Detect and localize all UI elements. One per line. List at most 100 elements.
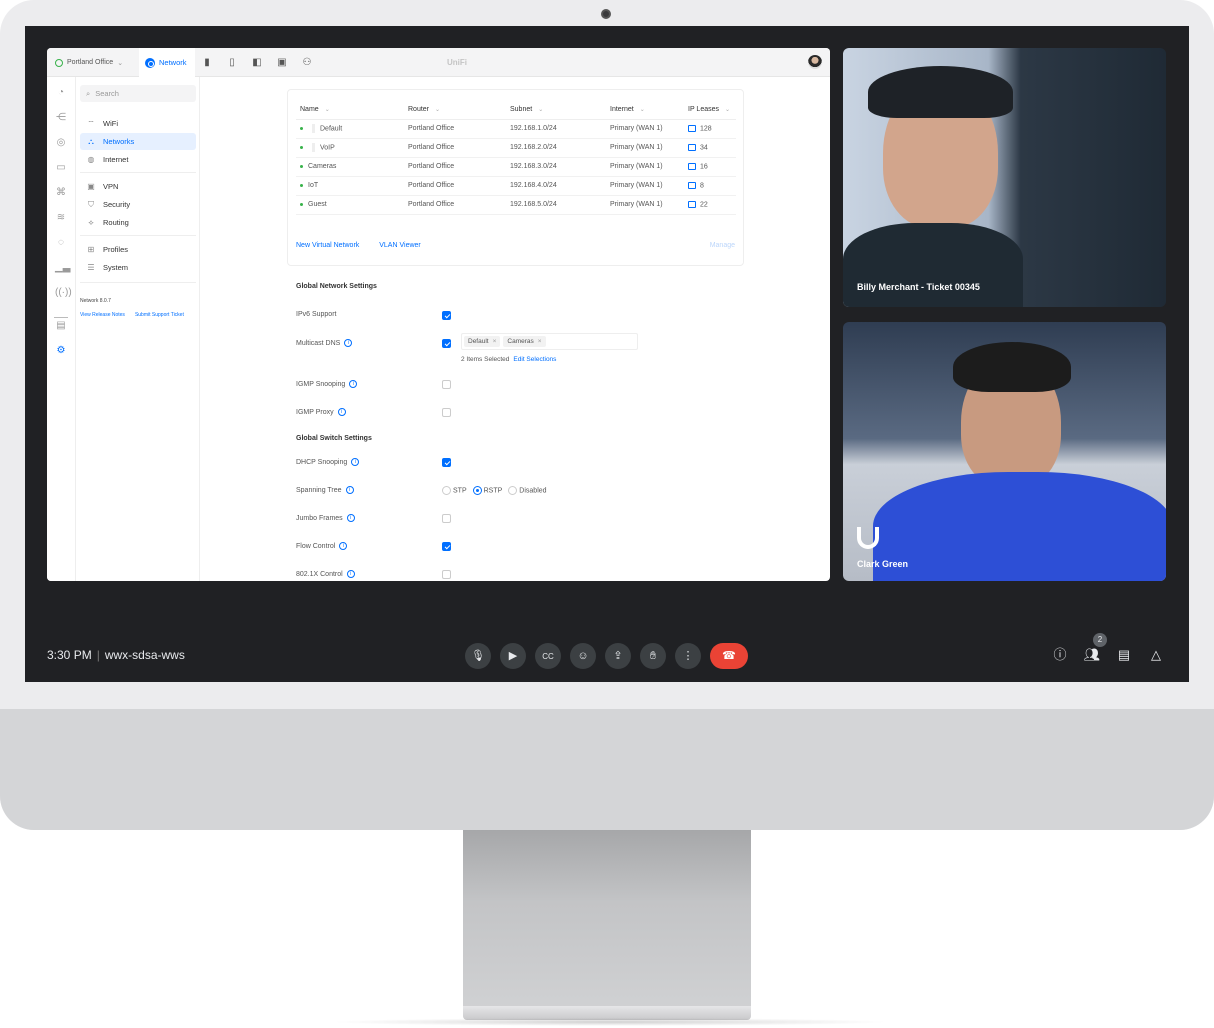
clients-icon[interactable]: ▭ — [55, 162, 67, 174]
remove-chip-icon[interactable]: × — [538, 338, 542, 345]
sidebar-item-internet[interactable]: ◍ Internet — [80, 151, 196, 168]
support-ticket-link[interactable]: Submit Support Ticket — [135, 312, 184, 318]
more-options-button[interactable]: ⋮ — [675, 643, 701, 669]
new-virtual-network-link[interactable]: New Virtual Network — [296, 242, 359, 249]
radio-rstp[interactable]: RSTP — [472, 486, 502, 495]
igmp-proxy-checkbox[interactable] — [442, 408, 451, 417]
table-row[interactable]: Guest Portland Office 192.168.5.0/24 Pri… — [296, 195, 736, 215]
microphone-button[interactable]: 🎙︎ — [465, 643, 491, 669]
flow-control-checkbox[interactable] — [442, 542, 451, 551]
access-app-icon[interactable]: ▯ — [227, 56, 237, 69]
radio-icon[interactable]: ((·)) — [55, 287, 72, 299]
table-row[interactable]: Cameras Portland Office 192.168.3.0/24 P… — [296, 157, 736, 177]
info-icon[interactable]: i — [349, 380, 358, 388]
dashboard-icon[interactable]: ◔ — [55, 87, 67, 99]
devices-icon[interactable]: ◎ — [55, 137, 67, 149]
stats-icon[interactable]: ▁▃ — [55, 262, 70, 274]
column-header-subnet[interactable]: Subnet ⌄ — [506, 100, 606, 120]
jumbo-frames-checkbox[interactable] — [442, 514, 451, 523]
mdns-checkbox[interactable] — [442, 339, 451, 348]
sidebar-item-security[interactable]: ⛉ Security — [80, 196, 196, 213]
ip-leases-link[interactable]: 34 — [684, 138, 736, 158]
traffic-icon[interactable]: ≋ — [55, 212, 67, 224]
table-row[interactable]: Default Portland Office 192.168.1.0/24 P… — [296, 119, 736, 139]
radio-disabled[interactable]: Disabled — [508, 486, 547, 495]
monitor-stand — [463, 830, 751, 1010]
column-header-ip-leases[interactable]: IP Leases ⌄ — [684, 100, 736, 120]
sidebar-item-label: VPN — [103, 182, 119, 191]
ipv6-checkbox[interactable] — [442, 311, 451, 320]
info-icon[interactable]: i — [345, 486, 354, 494]
mdns-network-selector[interactable]: Default × Cameras × — [461, 333, 638, 350]
info-icon[interactable]: i — [346, 514, 355, 522]
devices-list-icon — [688, 200, 696, 208]
search-input[interactable]: ⌕ Search — [80, 85, 196, 102]
admin-users-icon[interactable]: ⚇ — [302, 56, 312, 69]
logs-icon[interactable]: ▤ — [55, 320, 67, 332]
info-icon[interactable]: i — [339, 542, 348, 550]
ip-leases-link[interactable]: 16 — [684, 157, 736, 177]
chip-cameras[interactable]: Cameras × — [503, 336, 546, 347]
activities-icon[interactable]: △ — [1147, 646, 1165, 664]
tab-network[interactable]: Network — [139, 48, 195, 77]
participant-count-badge: 2 — [1093, 633, 1107, 647]
radio-stp[interactable]: STP — [442, 486, 467, 495]
sidebar-item-vpn[interactable]: ▣ VPN — [80, 178, 196, 195]
info-icon[interactable]: i — [346, 570, 355, 578]
emoji-button[interactable]: ☺ — [570, 643, 596, 669]
manage-button[interactable]: Manage — [710, 242, 735, 249]
remove-chip-icon[interactable]: × — [493, 338, 497, 345]
site-selector[interactable]: Portland Office ⌄ — [55, 48, 123, 77]
chip-default[interactable]: Default × — [464, 336, 501, 347]
sidebar-item-profiles[interactable]: ⊞ Profiles — [80, 241, 196, 258]
vlan-viewer-link[interactable]: VLAN Viewer — [379, 242, 421, 249]
column-header-router[interactable]: Router ⌄ — [404, 100, 506, 120]
info-icon[interactable]: i — [351, 458, 360, 466]
sidebar-item-system[interactable]: ☰ System — [80, 259, 196, 276]
app-topbar: Portland Office ⌄ Network ▮ ▯ ◧ ▣ ⚇ UniF… — [47, 48, 830, 77]
protect-app-icon[interactable]: ▮ — [202, 56, 212, 69]
sidebar-item-routing[interactable]: ⟡ Routing — [80, 214, 196, 231]
captions-button[interactable]: CC — [535, 643, 561, 669]
chat-icon[interactable]: ▤ — [1115, 646, 1133, 664]
sidebar-item-wifi[interactable]: ⌔ WiFi — [80, 115, 196, 132]
ip-leases-link[interactable]: 8 — [684, 176, 736, 196]
talk-app-icon[interactable]: ◧ — [252, 56, 262, 69]
release-notes-link[interactable]: View Release Notes — [80, 312, 125, 318]
dot1x-checkbox[interactable] — [442, 570, 451, 579]
chevron-down-icon: ⌄ — [538, 106, 544, 113]
igmp-snooping-checkbox[interactable] — [442, 380, 451, 389]
sidebar-links: View Release Notes Submit Support Ticket — [80, 312, 184, 318]
info-icon[interactable]: i — [337, 408, 346, 416]
ports-icon[interactable]: ⌘ — [55, 187, 67, 199]
ip-leases-link[interactable]: 22 — [684, 195, 736, 215]
edit-selections-link[interactable]: Edit Selections — [513, 356, 556, 363]
chevron-down-icon: ⌄ — [117, 59, 124, 67]
topology-icon[interactable]: ⋲ — [55, 112, 67, 124]
raise-hand-button[interactable]: ✋︎ — [640, 643, 666, 669]
flow-control-label: Flow Control i — [296, 542, 348, 550]
participant-tile-clark[interactable]: Clark Green — [843, 322, 1166, 581]
people-icon[interactable]: 👥︎ — [1083, 646, 1101, 664]
camera-button[interactable]: ▶︎ — [500, 643, 526, 669]
settings-gear-icon[interactable]: ⚙ — [55, 345, 67, 357]
drag-handle[interactable] — [312, 124, 315, 133]
column-header-internet[interactable]: Internet ⌄ — [606, 100, 684, 120]
participant-tile-billy[interactable]: Billy Merchant - Ticket 00345 — [843, 48, 1166, 307]
user-avatar[interactable] — [808, 55, 822, 69]
table-row[interactable]: IoT Portland Office 192.168.4.0/24 Prima… — [296, 176, 736, 196]
meeting-details-icon[interactable]: ⓘ — [1051, 646, 1069, 664]
present-button[interactable]: ⇪ — [605, 643, 631, 669]
security-rail-icon[interactable]: ◌ — [55, 237, 67, 249]
end-call-button[interactable]: ☎︎ — [710, 643, 748, 669]
participant-video-shirt — [873, 472, 1166, 581]
sidebar-item-networks[interactable]: ⛬ Networks — [80, 133, 196, 150]
drag-handle[interactable] — [312, 143, 315, 152]
table-row[interactable]: VoIP Portland Office 192.168.2.0/24 Prim… — [296, 138, 736, 158]
system-icon: ☰ — [87, 263, 95, 272]
connect-app-icon[interactable]: ▣ — [277, 56, 287, 69]
info-icon[interactable]: i — [344, 339, 353, 347]
dhcp-snooping-checkbox[interactable] — [442, 458, 451, 467]
ip-leases-link[interactable]: 128 — [684, 119, 736, 139]
column-header-name[interactable]: Name ⌄ — [296, 100, 404, 120]
